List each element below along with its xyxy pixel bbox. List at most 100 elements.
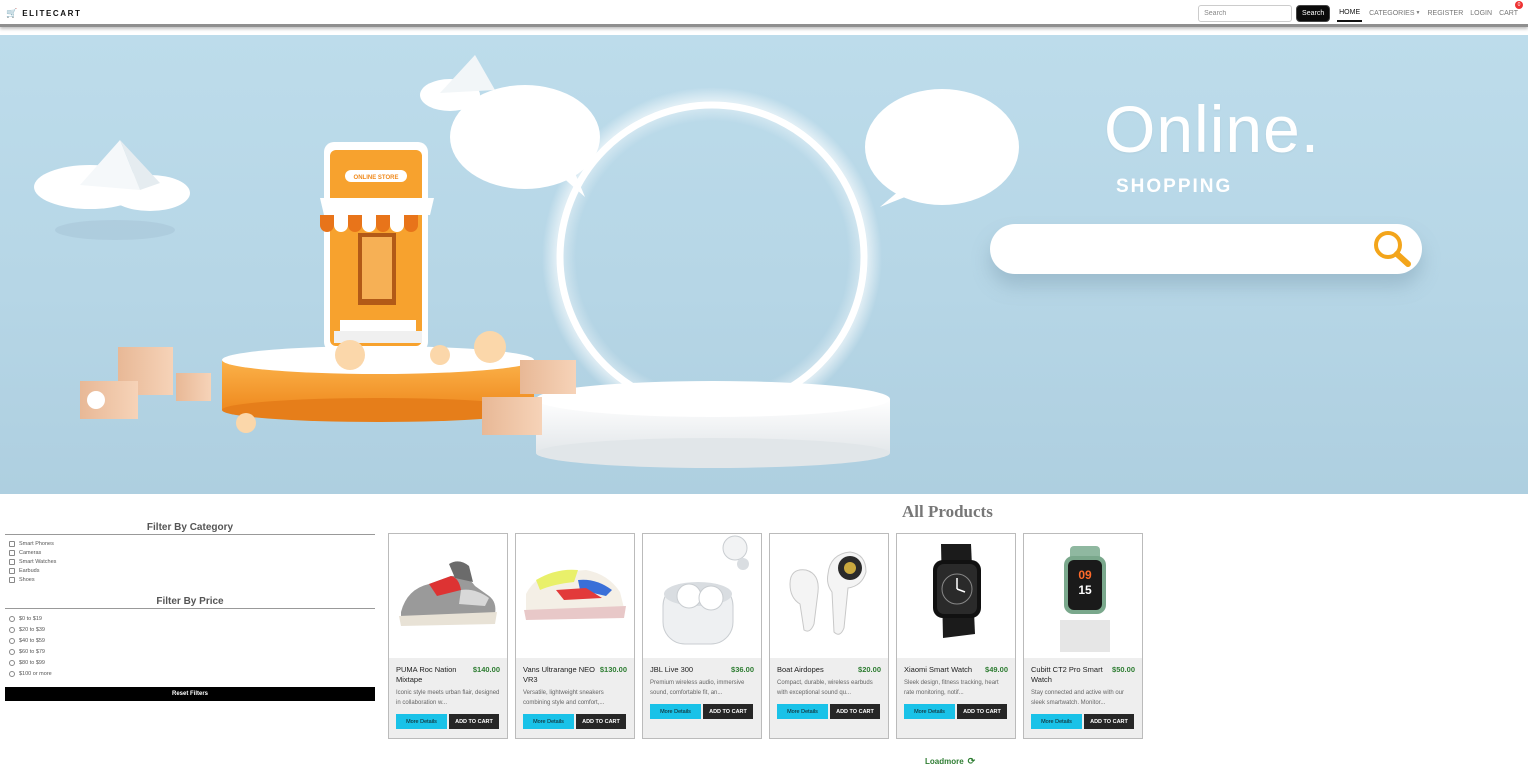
ball — [236, 413, 256, 433]
category-label: Smart Watches — [19, 558, 57, 565]
product-card[interactable]: 09 15 Cubitt CT2 Pro Smart Watch $50.00 … — [1023, 533, 1143, 739]
add-to-cart-button[interactable]: ADD TO CART — [957, 704, 1007, 719]
sneaker-icon — [524, 569, 626, 620]
price-option[interactable]: $60 to $79 — [9, 646, 375, 657]
price-filter-list: $0 to $19 $20 to $39 $40 to $59 $60 to $… — [5, 613, 375, 679]
loadmore-button[interactable]: Loadmore ⟳ — [925, 756, 975, 767]
product-card[interactable]: Vans Ultrarange NEO VR3 $130.00 Versatil… — [515, 533, 635, 739]
product-name: Vans Ultrarange NEO VR3 — [523, 665, 595, 684]
product-card[interactable]: JBL Live 300 $36.00 Premium wireless aud… — [642, 533, 762, 739]
smartwatch-icon: 09 15 — [1060, 546, 1110, 652]
product-description: Versatile, lightweight sneakers combinin… — [523, 690, 605, 706]
checkbox[interactable] — [9, 576, 15, 583]
category-label: Smart Phones — [19, 540, 54, 547]
add-to-cart-button[interactable]: ADD TO CART — [703, 704, 753, 719]
product-description: Sleek design, fitness tracking, heart ra… — [904, 680, 999, 696]
category-option[interactable]: Smart Watches — [9, 557, 375, 566]
add-to-cart-button[interactable]: ADD TO CART — [1084, 714, 1134, 729]
add-to-cart-button[interactable]: ADD TO CART — [449, 714, 499, 729]
ball — [335, 340, 365, 370]
radio[interactable] — [9, 648, 15, 655]
price-option[interactable]: $20 to $39 — [9, 624, 375, 635]
product-price: $130.00 — [599, 665, 627, 674]
price-option[interactable]: $100 or more — [9, 668, 375, 679]
checkbox[interactable] — [9, 549, 15, 556]
more-details-button[interactable]: More Details — [650, 704, 701, 719]
product-price: $49.00 — [985, 665, 1008, 674]
category-label: Shoes — [19, 576, 35, 583]
product-name: Xiaomi Smart Watch — [904, 665, 973, 674]
category-label: Cameras — [19, 549, 42, 556]
hero-subtitle: SHOPPING — [1116, 176, 1233, 197]
price-label: $40 to $59 — [19, 637, 45, 644]
ball — [430, 345, 450, 365]
price-option[interactable]: $0 to $19 — [9, 613, 375, 624]
filter-sidebar: Filter By Category Smart Phones Cameras … — [5, 522, 375, 701]
radio[interactable] — [9, 637, 15, 644]
price-option[interactable]: $40 to $59 — [9, 635, 375, 646]
price-option[interactable]: $80 to $99 — [9, 657, 375, 668]
product-card[interactable]: PUMA Roc Nation Mixtape $140.00 Iconic s… — [388, 533, 508, 739]
product-image[interactable] — [643, 534, 761, 658]
add-to-cart-button[interactable]: ADD TO CART — [830, 704, 880, 719]
product-price: $50.00 — [1112, 665, 1135, 674]
product-image[interactable] — [770, 534, 888, 658]
category-option[interactable]: Shoes — [9, 575, 375, 584]
radio[interactable] — [9, 670, 15, 677]
product-description: Stay connected and active with our sleek… — [1031, 690, 1125, 706]
more-details-button[interactable]: More Details — [904, 704, 955, 719]
filter-category-title: Filter By Category — [5, 522, 375, 535]
products-title: All Products — [902, 502, 993, 521]
category-option[interactable]: Earbuds — [9, 566, 375, 575]
product-image[interactable] — [897, 534, 1015, 658]
more-details-button[interactable]: More Details — [1031, 714, 1082, 729]
product-card[interactable]: Boat Airdopes $20.00 Compact, durable, w… — [769, 533, 889, 739]
reset-filters-button[interactable]: Reset Filters — [5, 687, 375, 701]
speech-bubble-right — [865, 89, 1019, 207]
radio[interactable] — [9, 659, 15, 666]
product-info: JBL Live 300 $36.00 Premium wireless aud… — [643, 658, 761, 738]
more-details-button[interactable]: More Details — [396, 714, 447, 729]
more-details-button[interactable]: More Details — [523, 714, 574, 729]
nav-categories-dropdown[interactable]: CATEGORIES ▼ — [1369, 4, 1420, 22]
radio[interactable] — [9, 626, 15, 633]
product-info: Vans Ultrarange NEO VR3 $130.00 Versatil… — [516, 658, 634, 738]
category-option[interactable]: Smart Phones — [9, 539, 375, 548]
refresh-icon: ⟳ — [967, 756, 976, 766]
product-info: Cubitt CT2 Pro Smart Watch $50.00 Stay c… — [1024, 658, 1142, 738]
brand[interactable]: 🛒 ELITECART — [6, 8, 82, 19]
nav-login[interactable]: LOGIN — [1470, 4, 1492, 22]
cart-count-badge: 0 — [1515, 1, 1523, 9]
price-filter: Filter By Price $0 to $19 $20 to $39 $40… — [5, 596, 375, 679]
product-image[interactable] — [389, 534, 507, 658]
boxes-left — [80, 347, 211, 419]
category-filter-list: Smart Phones Cameras Smart Watches Earbu… — [5, 539, 375, 584]
add-to-cart-button[interactable]: ADD TO CART — [576, 714, 626, 729]
smartwatch-icon — [933, 544, 981, 638]
search-input[interactable] — [1198, 4, 1293, 22]
hero-title: Online. — [1104, 92, 1321, 166]
product-description: Premium wireless audio, immersive sound,… — [650, 680, 745, 696]
product-name: JBL Live 300 — [650, 665, 694, 674]
product-name: PUMA Roc Nation Mixtape — [396, 665, 457, 684]
nav-cart[interactable]: CART 0 — [1499, 1, 1523, 22]
checkbox[interactable] — [9, 558, 15, 565]
price-label: $60 to $79 — [19, 648, 45, 655]
checkbox[interactable] — [9, 540, 15, 547]
more-details-button[interactable]: More Details — [777, 704, 828, 719]
store-sign-text: ONLINE STORE — [354, 175, 399, 181]
search-icon — [1374, 231, 1411, 267]
checkbox[interactable] — [9, 567, 15, 574]
category-option[interactable]: Cameras — [9, 548, 375, 557]
search-button[interactable]: Search — [1296, 4, 1331, 22]
nav-register[interactable]: REGISTER — [1427, 4, 1463, 22]
category-label: Earbuds — [19, 567, 40, 574]
nav-home[interactable]: HOME — [1337, 4, 1363, 22]
product-price: $36.00 — [731, 665, 754, 674]
earbuds-icon — [789, 551, 867, 635]
product-image[interactable]: 09 15 — [1024, 534, 1142, 658]
product-card[interactable]: Xiaomi Smart Watch $49.00 Sleek design, … — [896, 533, 1016, 739]
product-info: Xiaomi Smart Watch $49.00 Sleek design, … — [897, 658, 1015, 738]
product-image[interactable] — [516, 534, 634, 658]
radio[interactable] — [9, 615, 15, 622]
